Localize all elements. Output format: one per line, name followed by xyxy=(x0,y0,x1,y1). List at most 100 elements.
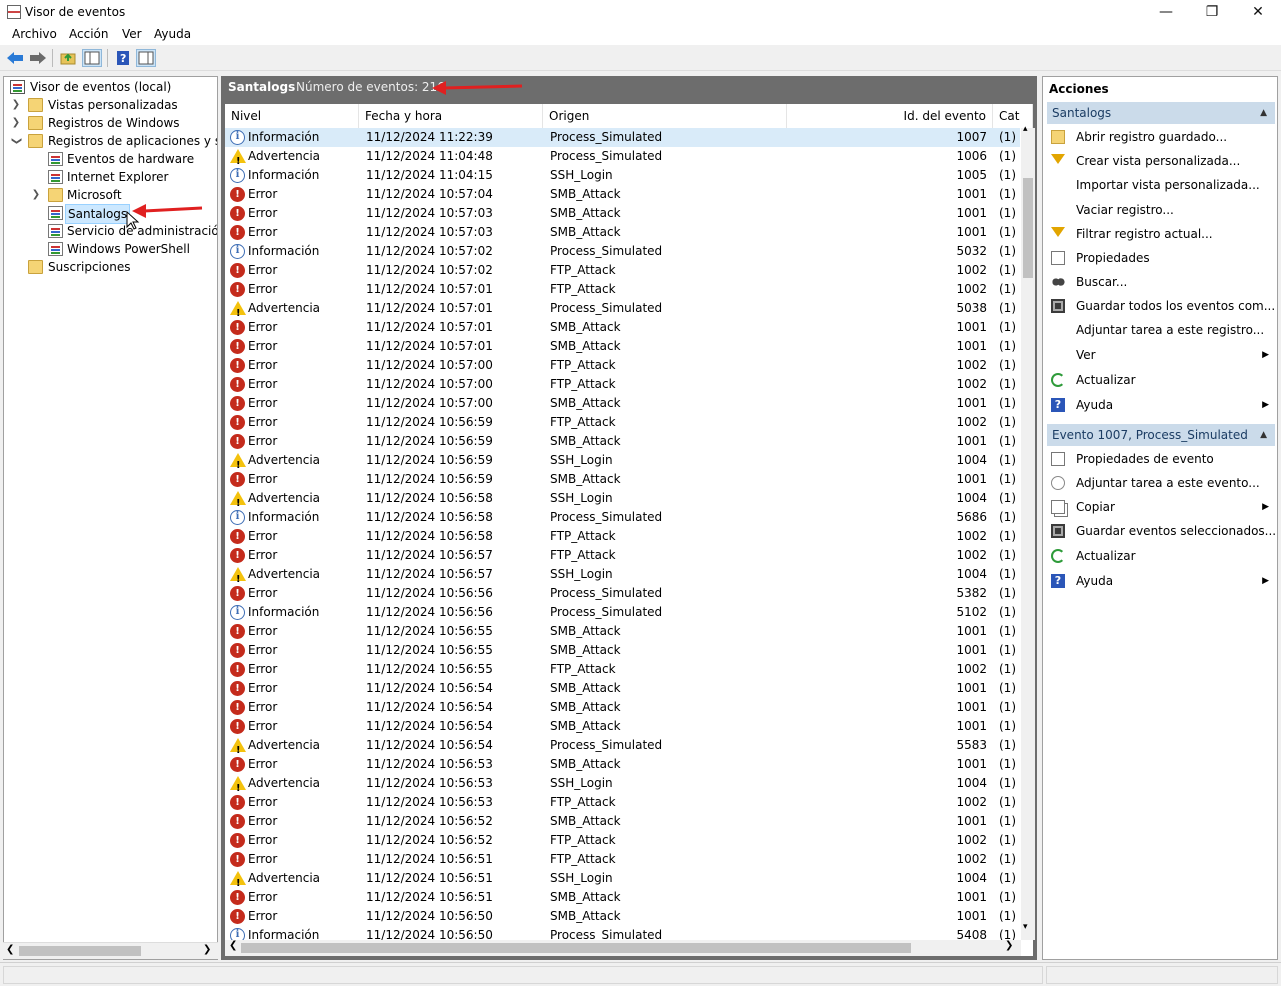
table-row[interactable]: ! Error 11/12/2024 10:56:59 SMB_Attack 1001(… xyxy=(225,470,1020,489)
close-button[interactable]: ✕ xyxy=(1235,0,1281,25)
table-row[interactable]: i Información 11/12/2024 10:57:02 Process_S… xyxy=(225,242,1020,261)
table-row[interactable]: ! Error 11/12/2024 10:57:04 SMB_Attack 1001(… xyxy=(225,185,1020,204)
table-row[interactable]: ! Advertencia 11/12/2024 10:56:53 SSH_Login… xyxy=(225,774,1020,794)
tree-item-custom-views[interactable]: ❯ Vistas personalizadas xyxy=(8,96,217,114)
table-row[interactable]: ! Error 11/12/2024 10:56:55 SMB_Attack 1001(… xyxy=(225,622,1020,641)
column-header-date[interactable]: Fecha y hora xyxy=(359,104,543,128)
action-item[interactable]: Actualizar xyxy=(1047,369,1275,391)
table-row[interactable]: ! Error 11/12/2024 10:57:00 SMB_Attack 1001(… xyxy=(225,394,1020,413)
table-row[interactable]: ! Error 11/12/2024 10:57:01 FTP_Attack 1002(… xyxy=(225,280,1020,299)
scroll-right-icon[interactable]: ❯ xyxy=(1005,940,1013,951)
table-row[interactable]: ! Error 11/12/2024 10:57:00 FTP_Attack 1002(… xyxy=(225,375,1020,394)
show-hide-console-tree-icon[interactable] xyxy=(82,49,102,67)
table-row[interactable]: ! Error 11/12/2024 10:56:51 FTP_Attack 1002(… xyxy=(225,850,1020,869)
scroll-down-icon[interactable]: ▾ xyxy=(1023,922,1028,932)
table-row[interactable]: ! Error 11/12/2024 10:56:59 FTP_Attack 1002(… xyxy=(225,413,1020,432)
scroll-up-icon[interactable]: ▴ xyxy=(1023,124,1028,134)
table-row[interactable]: ! Error 11/12/2024 10:57:01 SMB_Attack 1001(… xyxy=(225,337,1020,356)
action-item[interactable]: Guardar eventos seleccionados... xyxy=(1047,520,1276,542)
action-item[interactable]: ? Ayuda ▶ xyxy=(1047,394,1275,416)
grid-horizontal-scrollbar[interactable]: ❮ ❯ xyxy=(225,940,1021,956)
table-row[interactable]: ! Error 11/12/2024 10:56:52 SMB_Attack 1001(… xyxy=(225,812,1020,831)
table-row[interactable]: ! Advertencia 11/12/2024 10:56:57 SSH_Login… xyxy=(225,565,1020,585)
table-row[interactable]: ! Error 11/12/2024 10:57:03 SMB_Attack 1001(… xyxy=(225,223,1020,242)
tree-horizontal-scrollbar[interactable]: ❮ ❯ xyxy=(3,942,218,959)
back-arrow-icon[interactable] xyxy=(5,49,25,67)
table-row[interactable]: ! Error 11/12/2024 10:56:56 Process_Simulat… xyxy=(225,584,1020,603)
table-row[interactable]: ! Advertencia 11/12/2024 10:56:54 Process_S… xyxy=(225,736,1020,756)
tree-item-subscriptions[interactable]: Suscripciones xyxy=(8,258,217,276)
action-item[interactable]: Filtrar registro actual... xyxy=(1047,223,1275,245)
tree-item-powershell[interactable]: Windows PowerShell xyxy=(8,240,217,258)
forward-arrow-icon[interactable] xyxy=(28,49,48,67)
maximize-button[interactable]: ❐ xyxy=(1189,0,1235,25)
table-row[interactable]: i Información 11/12/2024 10:56:56 Process_S… xyxy=(225,603,1020,622)
action-item[interactable]: Copiar ▶ xyxy=(1047,496,1275,518)
table-row[interactable]: ! Error 11/12/2024 10:56:55 FTP_Attack 1002(… xyxy=(225,660,1020,679)
table-row[interactable]: ! Error 11/12/2024 10:56:55 SMB_Attack 1001(… xyxy=(225,641,1020,660)
menu-archivo[interactable]: Archivo xyxy=(12,27,57,41)
grid-vertical-scrollbar[interactable]: ▴ ▾ xyxy=(1021,124,1035,940)
table-row[interactable]: ! Error 11/12/2024 10:57:00 FTP_Attack 1002(… xyxy=(225,356,1020,375)
tree-item-hardware-events[interactable]: Eventos de hardware xyxy=(8,150,217,168)
action-item[interactable]: Ver ▶ xyxy=(1047,344,1275,366)
scroll-left-icon[interactable]: ❮ xyxy=(229,940,237,951)
table-row[interactable]: ! Advertencia 11/12/2024 11:04:48 Process_S… xyxy=(225,147,1020,167)
actions-section-event[interactable]: Evento 1007, Process_Simulated ▲ xyxy=(1047,424,1275,446)
table-row[interactable]: ! Error 11/12/2024 10:57:03 SMB_Attack 1001(… xyxy=(225,204,1020,223)
action-item[interactable]: Actualizar xyxy=(1047,545,1275,567)
action-item[interactable]: Importar vista personalizada... xyxy=(1047,174,1275,196)
show-hide-action-pane-icon[interactable] xyxy=(136,49,156,67)
help-icon[interactable]: ? xyxy=(113,49,133,67)
tree-item-root[interactable]: Visor de eventos (local) xyxy=(8,78,217,96)
action-item[interactable]: Adjuntar tarea a este registro... xyxy=(1047,319,1275,341)
action-item[interactable]: Abrir registro guardado... xyxy=(1047,126,1275,148)
scroll-left-icon[interactable]: ❮ xyxy=(6,944,14,955)
action-item[interactable]: Propiedades de evento xyxy=(1047,448,1275,470)
expand-chevron-icon[interactable]: ❯ xyxy=(30,186,42,204)
expand-chevron-icon[interactable]: ❯ xyxy=(10,96,22,114)
table-row[interactable]: ! Advertencia 11/12/2024 10:56:59 SSH_Login… xyxy=(225,451,1020,471)
column-header-level[interactable]: Nivel xyxy=(225,104,359,128)
table-row[interactable]: i Información 11/12/2024 11:22:39 Process_S… xyxy=(225,128,1020,147)
column-header-source[interactable]: Origen xyxy=(543,104,787,128)
action-item[interactable]: Guardar todos los eventos com... xyxy=(1047,295,1275,317)
action-item[interactable]: ? Ayuda ▶ xyxy=(1047,570,1275,592)
table-row[interactable]: ! Error 11/12/2024 10:56:53 SMB_Attack 1001(… xyxy=(225,755,1020,774)
collapse-triangle-icon[interactable]: ▲ xyxy=(1260,424,1267,446)
table-row[interactable]: ! Advertencia 11/12/2024 10:56:51 SSH_Login… xyxy=(225,869,1020,889)
up-folder-icon[interactable] xyxy=(58,49,78,67)
table-row[interactable]: ! Advertencia 11/12/2024 10:57:01 Process_S… xyxy=(225,299,1020,319)
table-row[interactable]: ! Error 11/12/2024 10:56:52 FTP_Attack 1002(… xyxy=(225,831,1020,850)
tree-item-admin-service[interactable]: Servicio de administración d xyxy=(8,222,217,240)
tree-item-app-logs[interactable]: ❯ Registros de aplicaciones y servi xyxy=(7,132,217,150)
scrollbar-thumb[interactable] xyxy=(1023,178,1033,278)
collapse-chevron-icon[interactable]: ❯ xyxy=(7,135,25,147)
scrollbar-thumb[interactable] xyxy=(19,946,141,956)
tree-item-internet-explorer[interactable]: Internet Explorer xyxy=(8,168,217,186)
table-row[interactable]: ! Error 11/12/2024 10:57:02 FTP_Attack 1002(… xyxy=(225,261,1020,280)
table-row[interactable]: ! Error 11/12/2024 10:56:51 SMB_Attack 1001(… xyxy=(225,888,1020,907)
collapse-triangle-icon[interactable]: ▲ xyxy=(1260,102,1267,124)
table-row[interactable]: ! Error 11/12/2024 10:56:58 FTP_Attack 1002(… xyxy=(225,527,1020,546)
action-item[interactable]: Crear vista personalizada... xyxy=(1047,150,1275,172)
minimize-button[interactable]: — xyxy=(1143,0,1189,25)
table-row[interactable]: ! Error 11/12/2024 10:56:53 FTP_Attack 1002(… xyxy=(225,793,1020,812)
scrollbar-thumb[interactable] xyxy=(241,943,911,953)
column-header-event-id[interactable]: Id. del evento xyxy=(787,104,993,128)
scroll-right-icon[interactable]: ❯ xyxy=(203,944,211,955)
table-row[interactable]: ! Error 11/12/2024 10:56:54 SMB_Attack 1001(… xyxy=(225,679,1020,698)
table-row[interactable]: ! Error 11/12/2024 10:56:57 FTP_Attack 1002(… xyxy=(225,546,1020,565)
menu-ver[interactable]: Ver xyxy=(122,27,142,41)
actions-section-santalogs[interactable]: Santalogs ▲ xyxy=(1047,102,1275,124)
action-item[interactable]: Vaciar registro... xyxy=(1047,199,1275,221)
menu-ayuda[interactable]: Ayuda xyxy=(154,27,191,41)
table-row[interactable]: ! Error 11/12/2024 10:56:50 SMB_Attack 1001(… xyxy=(225,907,1020,926)
table-row[interactable]: ! Advertencia 11/12/2024 10:56:58 SSH_Login… xyxy=(225,489,1020,509)
tree-item-windows-logs[interactable]: ❯ Registros de Windows xyxy=(8,114,217,132)
table-row[interactable]: ! Error 11/12/2024 10:56:54 SMB_Attack 1001(… xyxy=(225,717,1020,736)
table-row[interactable]: i Información 11/12/2024 10:56:58 Process_S… xyxy=(225,508,1020,527)
menu-accion[interactable]: Acción xyxy=(69,27,108,41)
table-row[interactable]: ! Error 11/12/2024 10:56:54 SMB_Attack 1001(… xyxy=(225,698,1020,717)
action-item[interactable]: Propiedades xyxy=(1047,247,1275,269)
